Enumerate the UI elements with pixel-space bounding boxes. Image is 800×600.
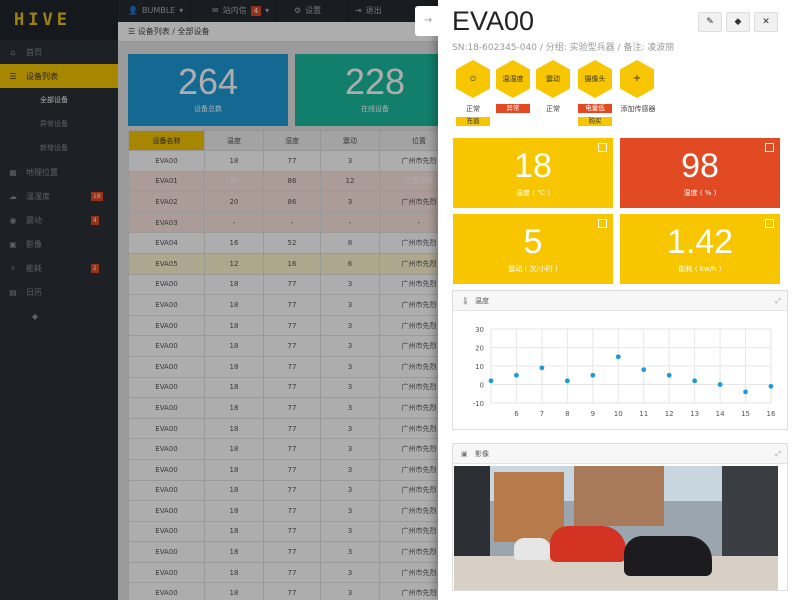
- temperature-chart-card: 🌡 温度 ⤢ 30 20 10 0 -10 6 7 8 9 10 11 12 13 14 15 16: [452, 290, 788, 430]
- thermometer-icon: 🌡: [461, 297, 470, 305]
- data-point: [590, 372, 596, 378]
- add-sensor-button[interactable]: +: [620, 60, 654, 98]
- x-tick-label: 11: [639, 410, 648, 418]
- collapse-panel-button[interactable]: →: [415, 6, 441, 36]
- close-button[interactable]: ✕: [754, 12, 778, 32]
- data-point: [615, 354, 621, 360]
- x-tick-label: 7: [540, 410, 544, 418]
- chart-icon: [598, 219, 607, 228]
- sensor-status: 正常: [546, 105, 560, 113]
- data-point: [692, 378, 698, 384]
- device-title: EVA00: [452, 6, 535, 36]
- chart-icon: [765, 219, 774, 228]
- data-point: [743, 389, 748, 395]
- add-sensor-label: 添加传感器: [620, 105, 656, 113]
- chart-icon: [598, 143, 607, 152]
- x-tick-label: 10: [614, 410, 623, 418]
- tile-temperature[interactable]: 18 温度 ( ℃ ): [453, 138, 613, 208]
- x-tick-label: 9: [591, 410, 595, 418]
- data-point: [488, 378, 494, 384]
- edit-button[interactable]: ✎: [698, 12, 722, 32]
- x-tick-label: 8: [565, 410, 569, 418]
- y-tick-label: 10: [475, 363, 484, 371]
- arrow-right-icon: →: [423, 15, 433, 26]
- y-tick-label: 20: [475, 345, 484, 353]
- x-tick-label: 14: [716, 410, 725, 418]
- y-tick-label: -10: [473, 400, 484, 408]
- temperature-chart: 30 20 10 0 -10 6 7 8 9 10 11 12 13 14 15 16: [473, 326, 776, 418]
- card-header: 🌡 温度 ⤢: [453, 291, 787, 311]
- tile-vibration[interactable]: 5 震动 ( 次/小时 ): [453, 214, 613, 284]
- data-point: [666, 372, 672, 378]
- x-tick-label: 13: [690, 410, 699, 418]
- sensor-status: 正常: [466, 105, 480, 113]
- tag-icon: ◆: [734, 17, 742, 27]
- tag-button[interactable]: ◆: [726, 12, 750, 32]
- image-icon: ▣: [461, 450, 468, 458]
- sensor-power[interactable]: ⏻: [456, 60, 490, 98]
- sensor-temp-humidity[interactable]: 温湿度: [496, 60, 530, 98]
- data-point: [539, 365, 545, 371]
- tile-power[interactable]: 1.42 能耗 ( kw/h ): [620, 214, 780, 284]
- x-tick-label: 6: [514, 410, 519, 418]
- x-tick-label: 12: [665, 410, 674, 418]
- close-icon: ✕: [762, 17, 770, 27]
- y-tick-label: 30: [475, 326, 484, 334]
- data-point: [641, 367, 647, 373]
- chart-icon: [765, 143, 774, 152]
- recharge-button[interactable]: 充值: [456, 117, 490, 126]
- device-subtitle: SN:18-602345-040 / 分组: 实验型兵器 / 备注: 凌波丽: [452, 43, 675, 53]
- x-tick-label: 16: [767, 410, 776, 418]
- buy-button[interactable]: 购买: [578, 117, 612, 126]
- expand-icon[interactable]: ⤢: [775, 291, 781, 311]
- data-point: [514, 372, 519, 378]
- data-point: [717, 382, 723, 387]
- tile-humidity[interactable]: 98 湿度 ( % ): [620, 138, 780, 208]
- data-point: [768, 383, 774, 389]
- x-tick-label: 15: [741, 410, 750, 418]
- card-header: ▣ 影像 ⤢: [453, 444, 787, 464]
- power-icon: ⏻: [470, 75, 476, 83]
- expand-icon[interactable]: ⤢: [775, 444, 781, 464]
- pencil-icon: ✎: [706, 17, 714, 27]
- image-card: ▣ 影像 ⤢: [452, 443, 788, 591]
- device-detail-panel: EVA00 SN:18-602345-040 / 分组: 实验型兵器 / 备注:…: [438, 0, 800, 600]
- camera-image[interactable]: [454, 466, 778, 590]
- sensor-status-badge: 异常: [496, 104, 530, 113]
- sensor-status-badge: 电量低: [578, 104, 612, 113]
- data-point: [564, 378, 570, 384]
- y-tick-label: 0: [480, 382, 484, 390]
- sensor-camera[interactable]: 摄像头: [578, 60, 612, 98]
- sensor-vibration[interactable]: 震动: [536, 60, 570, 98]
